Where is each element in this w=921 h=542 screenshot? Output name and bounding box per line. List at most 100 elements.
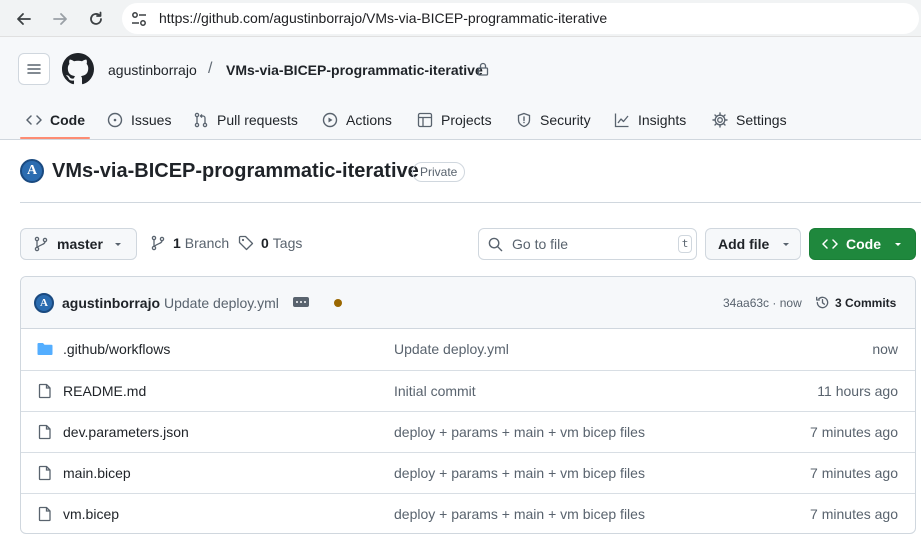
branch-count: 1	[173, 235, 181, 251]
arrow-left-icon	[17, 13, 31, 25]
breadcrumb-repo[interactable]: VMs-via-BICEP-programmatic-iterative	[226, 62, 483, 78]
commit-time: now	[779, 296, 802, 310]
menu-button[interactable]	[18, 53, 50, 85]
tab-security[interactable]: Security	[516, 109, 591, 131]
file-name[interactable]: vm.bicep	[63, 506, 119, 522]
file-time: 11 hours ago	[817, 383, 898, 399]
file-icon	[38, 424, 51, 440]
github-logo-icon[interactable]	[62, 53, 94, 85]
history-icon	[816, 296, 829, 309]
repo-title: VMs-via-BICEP-programmatic-iterative	[52, 160, 419, 182]
file-commit-message[interactable]: deploy + params + main + vm bicep files	[394, 424, 645, 440]
repo-owner-avatar[interactable]: A	[20, 159, 44, 183]
tab-issues[interactable]: Issues	[107, 109, 171, 131]
file-time: now	[872, 341, 898, 357]
tab-code[interactable]: Code	[26, 109, 85, 131]
file-icon	[38, 383, 51, 399]
go-to-file-input[interactable]: Go to file t	[478, 228, 697, 260]
commit-author[interactable]: agustinborrajo	[62, 295, 160, 311]
file-icon	[38, 465, 51, 481]
folder-icon	[37, 343, 53, 355]
chevron-down-icon	[895, 243, 901, 246]
visibility-badge: Private	[412, 162, 466, 182]
tab-label: Pull requests	[217, 112, 298, 128]
browser-toolbar: https://github.com/agustinborrajo/VMs-vi…	[0, 0, 921, 37]
tab-settings[interactable]: Settings	[712, 109, 787, 131]
code-button[interactable]: Code	[809, 228, 916, 260]
tab-projects[interactable]: Projects	[417, 109, 492, 131]
table-row[interactable]: main.bicep deploy + params + main + vm b…	[21, 452, 915, 493]
search-icon	[488, 237, 503, 252]
gear-icon	[712, 112, 728, 128]
branch-selector-button[interactable]: master	[20, 228, 137, 260]
add-file-button[interactable]: Add file	[705, 228, 801, 260]
graph-icon	[614, 113, 629, 128]
commit-hash-time[interactable]: 34aa63c · now	[723, 296, 802, 310]
active-tab-indicator	[20, 137, 90, 139]
branch-name: master	[57, 236, 103, 252]
tab-insights[interactable]: Insights	[614, 109, 686, 131]
file-time: 7 minutes ago	[810, 506, 898, 522]
commit-message[interactable]: Update deploy.yml	[164, 295, 279, 311]
table-row[interactable]: dev.parameters.json deploy + params + ma…	[21, 411, 915, 452]
tab-label: Settings	[736, 112, 787, 128]
file-time: 7 minutes ago	[810, 424, 898, 440]
branch-label: Branch	[184, 235, 230, 251]
breadcrumb-separator: /	[208, 60, 213, 77]
github-header: agustinborrajo / VMs-via-BICEP-programma…	[0, 37, 921, 140]
table-row[interactable]: .github/workflows Update deploy.yml now	[21, 329, 915, 370]
file-name[interactable]: .github/workflows	[63, 341, 170, 357]
chevron-down-icon	[783, 243, 790, 246]
branch-icon	[151, 235, 165, 251]
commit-status-icon[interactable]	[334, 299, 342, 307]
issue-icon	[107, 112, 123, 128]
file-icon	[38, 506, 51, 522]
reload-button[interactable]	[85, 8, 107, 30]
site-settings-icon[interactable]	[130, 10, 148, 28]
expand-commit-button[interactable]	[293, 297, 309, 307]
file-list: A agustinborrajo Update deploy.yml 34aa6…	[20, 276, 916, 534]
tab-label: Code	[50, 112, 85, 128]
commits-label: 3 Commits	[835, 295, 897, 310]
table-row[interactable]: vm.bicep deploy + params + main + vm bic…	[21, 493, 915, 533]
branches-link[interactable]: 1 Branch	[150, 235, 229, 251]
avatar[interactable]: A	[34, 293, 54, 313]
tags-link[interactable]: 0 Tags	[238, 235, 302, 251]
commits-history-link[interactable]: 3 Commits	[815, 295, 896, 310]
file-commit-message[interactable]: Update deploy.yml	[394, 341, 509, 357]
tab-label: Issues	[131, 112, 172, 128]
file-name[interactable]: dev.parameters.json	[63, 424, 189, 440]
file-commit-message[interactable]: deploy + params + main + vm bicep files	[394, 465, 645, 481]
code-icon	[26, 115, 42, 125]
tab-actions[interactable]: Actions	[322, 109, 392, 131]
tag-icon	[238, 235, 254, 251]
tag-label: Tags	[272, 235, 303, 251]
hamburger-icon	[27, 64, 41, 74]
table-row[interactable]: README.md Initial commit 11 hours ago	[21, 370, 915, 411]
url-text[interactable]: https://github.com/agustinborrajo/VMs-vi…	[159, 10, 607, 26]
lock-icon	[477, 62, 489, 76]
commit-hash[interactable]: 34aa63c	[723, 296, 769, 310]
file-commit-message[interactable]: deploy + params + main + vm bicep files	[394, 506, 645, 522]
file-name[interactable]: README.md	[63, 383, 146, 399]
shield-icon	[517, 112, 531, 128]
file-commit-message[interactable]: Initial commit	[394, 383, 476, 399]
file-name[interactable]: main.bicep	[63, 465, 131, 481]
reload-icon	[90, 11, 102, 25]
pull-request-icon	[194, 112, 208, 128]
branch-icon	[34, 236, 48, 252]
code-button-label: Code	[846, 236, 881, 252]
latest-commit-bar: A agustinborrajo Update deploy.yml 34aa6…	[21, 277, 915, 329]
tab-label: Actions	[346, 112, 392, 128]
table-icon	[417, 112, 433, 128]
arrow-right-icon	[53, 13, 67, 25]
add-file-label: Add file	[718, 236, 770, 252]
code-icon	[822, 239, 838, 249]
forward-button[interactable]	[49, 8, 71, 30]
address-bar[interactable]: https://github.com/agustinborrajo/VMs-vi…	[122, 3, 919, 34]
separator: ·	[772, 296, 777, 310]
back-button[interactable]	[13, 8, 35, 30]
tab-pull-requests[interactable]: Pull requests	[193, 109, 298, 131]
tab-label: Insights	[638, 112, 687, 128]
breadcrumb-owner[interactable]: agustinborrajo	[108, 62, 197, 78]
